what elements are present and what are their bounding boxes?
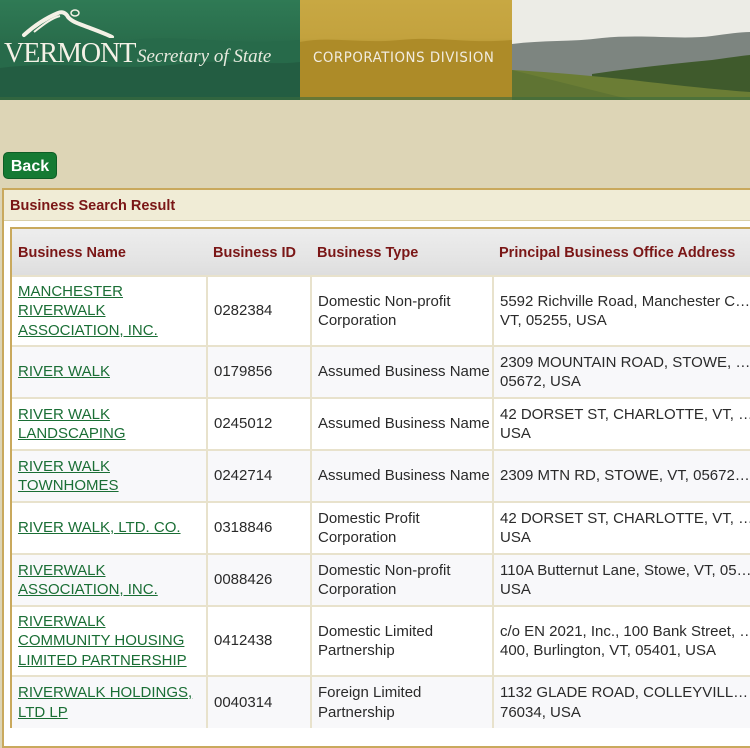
business-name-link[interactable]: RIVER WALK, LTD. CO.	[18, 518, 205, 538]
address-cell: 1132 GLADE ROAD, COLLEYVILL… 76034, USA	[493, 675, 750, 728]
vermont-wordmark: VERMONT	[4, 38, 136, 69]
business-id-cell: 0040314	[207, 675, 312, 728]
site-banner: VERMONT Secretary of State CORPORATIONS …	[0, 0, 750, 100]
address-cell: 5592 Richville Road, Manchester C… VT, 0…	[493, 275, 750, 346]
business-id-cell: 0179856	[207, 345, 312, 398]
business-name-cell: RIVER WALK	[12, 345, 208, 398]
business-name-cell: RIVERWALK ASSOCIATION, INC.	[12, 553, 208, 606]
business-name-cell: RIVER WALK TOWNHOMES	[12, 449, 208, 502]
table-row: RIVERWALK COMMUNITY HOUSING LIMITED PART…	[12, 605, 750, 676]
division-title: CORPORATIONS DIVISION	[313, 50, 495, 66]
column-header-address[interactable]: Principal Business Office Address	[493, 229, 750, 276]
address-cell: c/o EN 2021, Inc., 100 Bank Street, … 40…	[493, 605, 750, 676]
search-result-panel: Business Search Result Business Name Bus…	[2, 188, 750, 748]
table-row: RIVERWALK HOLDINGS, LTD LP 0040314 Foreign…	[12, 675, 750, 728]
table-row: RIVER WALK, LTD. CO. 0318846 Domestic Prof…	[12, 501, 750, 554]
business-type-cell: Assumed Business Name	[311, 397, 494, 450]
mountain-logo-icon	[22, 9, 114, 38]
secretary-of-state-title: Secretary of State	[137, 46, 272, 67]
landscape-image-icon	[512, 0, 750, 100]
column-header-business-id[interactable]: Business ID	[207, 229, 311, 276]
business-name-link[interactable]: RIVER WALK LANDSCAPING	[18, 405, 205, 444]
business-name-cell: RIVERWALK COMMUNITY HOUSING LIMITED PART…	[12, 605, 208, 676]
business-type-cell: Domestic Profit Corporation	[311, 501, 494, 554]
results-table: Business Name Business ID Business Type …	[12, 229, 750, 728]
banner-divider	[0, 97, 750, 100]
table-row: RIVER WALK TOWNHOMES 0242714 Assumed Busin…	[12, 449, 750, 502]
business-id-cell: 0245012	[207, 397, 312, 450]
table-row: RIVERWALK ASSOCIATION, INC. 0088426 Domest…	[12, 553, 750, 606]
table-row: MANCHESTER RIVERWALK ASSOCIATION, INC. 02…	[12, 275, 750, 346]
business-name-cell: RIVER WALK, LTD. CO.	[12, 501, 208, 554]
business-type-cell: Domestic Non-profit Corporation	[311, 553, 494, 606]
business-name-link[interactable]: MANCHESTER RIVERWALK ASSOCIATION, INC.	[18, 282, 205, 341]
address-cell: 2309 MOUNTAIN ROAD, STOWE, … 05672, USA	[493, 345, 750, 398]
business-id-cell: 0318846	[207, 501, 312, 554]
table-row: RIVER WALK 0179856 Assumed Business Name 23…	[12, 345, 750, 398]
business-name-cell: RIVERWALK HOLDINGS, LTD LP	[12, 675, 208, 728]
business-name-link[interactable]: RIVERWALK COMMUNITY HOUSING LIMITED PART…	[18, 612, 205, 671]
column-header-business-name[interactable]: Business Name	[12, 229, 207, 276]
business-name-cell: RIVER WALK LANDSCAPING	[12, 397, 208, 450]
sos-logo-area[interactable]: VERMONT Secretary of State	[0, 0, 300, 100]
table-row: RIVER WALK LANDSCAPING 0245012 Assumed Bus…	[12, 397, 750, 450]
address-cell: 42 DORSET ST, CHARLOTTE, VT, … USA	[493, 501, 750, 554]
business-id-cell: 0088426	[207, 553, 312, 606]
address-cell: 2309 MTN RD, STOWE, VT, 05672…	[493, 449, 750, 502]
column-header-business-type[interactable]: Business Type	[311, 229, 493, 276]
business-type-cell: Domestic Limited Partnership	[311, 605, 494, 676]
division-banner: CORPORATIONS DIVISION	[300, 0, 512, 100]
business-id-cell: 0412438	[207, 605, 312, 676]
panel-title: Business Search Result	[4, 190, 750, 221]
business-name-cell: MANCHESTER RIVERWALK ASSOCIATION, INC.	[12, 275, 208, 346]
business-id-cell: 0242714	[207, 449, 312, 502]
business-name-link[interactable]: RIVER WALK TOWNHOMES	[18, 457, 205, 496]
business-id-cell: 0282384	[207, 275, 312, 346]
business-name-link[interactable]: RIVERWALK ASSOCIATION, INC.	[18, 561, 205, 600]
address-cell: 110A Butternut Lane, Stowe, VT, 05… USA	[493, 553, 750, 606]
business-type-cell: Assumed Business Name	[311, 345, 494, 398]
back-button[interactable]: Back	[3, 152, 57, 179]
business-name-link[interactable]: RIVERWALK HOLDINGS, LTD LP	[18, 683, 205, 722]
business-name-link[interactable]: RIVER WALK	[18, 362, 205, 382]
business-type-cell: Assumed Business Name	[311, 449, 494, 502]
business-type-cell: Domestic Non-profit Corporation	[311, 275, 494, 346]
table-header-row: Business Name Business ID Business Type …	[12, 229, 750, 276]
results-table-container: Business Name Business ID Business Type …	[10, 227, 750, 728]
address-cell: 42 DORSET ST, CHARLOTTE, VT, … USA	[493, 397, 750, 450]
landscape-image	[512, 0, 750, 100]
business-type-cell: Foreign Limited Partnership	[311, 675, 494, 728]
